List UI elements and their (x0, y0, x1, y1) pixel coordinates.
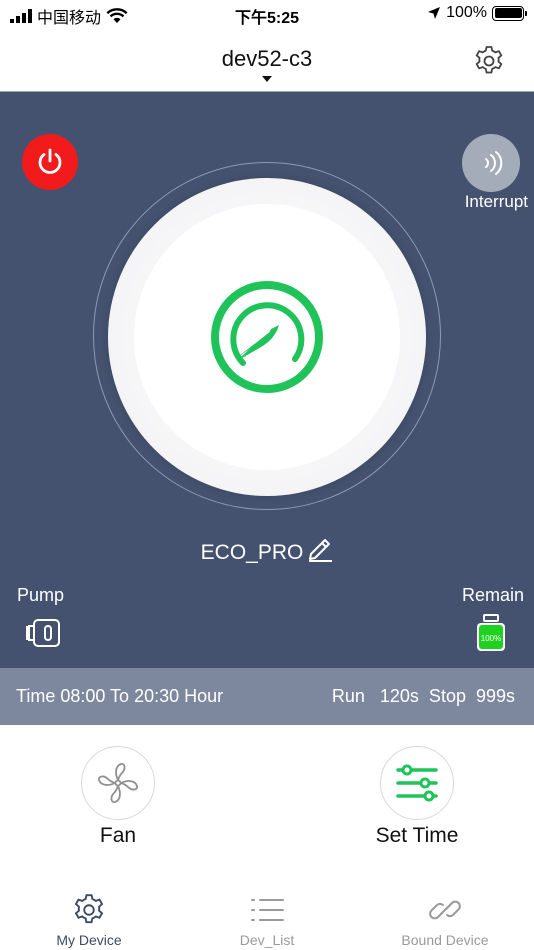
tab-dev-list[interactable]: Dev_List (178, 884, 356, 950)
fan-button[interactable] (81, 746, 155, 820)
set-time-button[interactable] (380, 746, 454, 820)
gear-icon (74, 894, 104, 924)
speedometer-icon (211, 281, 323, 393)
device-selector[interactable]: dev52-c3 (0, 46, 534, 72)
control-panel: Interrupt ECO_PRO Pump Remain 100% (0, 92, 534, 668)
pump-icon (26, 619, 60, 647)
sliders-icon (396, 764, 438, 802)
mode-name: ECO_PRO (200, 541, 304, 564)
status-right: 100% (427, 4, 527, 22)
bottom-tab-bar: My Device Dev_List Bound Device (0, 884, 534, 950)
remain-percent: 100% (481, 634, 501, 643)
schedule-text: Time 08:00 To 20:30 Hour (16, 686, 224, 706)
link-icon (429, 900, 461, 920)
schedule-strip: Time 08:00 To 20:30 Hour Run 120s Stop 9… (0, 668, 534, 725)
settings-gear-icon[interactable] (472, 44, 506, 78)
interrupt-button[interactable] (462, 134, 520, 192)
chevron-down-icon[interactable] (262, 76, 272, 82)
bottle-level-icon: 100% (477, 614, 505, 651)
location-arrow-icon (428, 7, 441, 19)
tab-label: My Device (56, 932, 122, 948)
battery-percent: 100% (446, 4, 487, 21)
remain-label: Remain (461, 585, 524, 605)
fan-icon (98, 763, 138, 803)
edit-pencil-icon[interactable] (305, 536, 333, 562)
tab-bound-device[interactable]: Bound Device (356, 884, 534, 950)
power-icon (38, 148, 62, 174)
tab-label: Bound Device (401, 932, 489, 948)
run-stop-text: Run 120s Stop 999s (331, 686, 515, 706)
power-button[interactable] (22, 134, 78, 190)
set-time-label: Set Time (375, 824, 459, 847)
mode-dial[interactable] (134, 204, 400, 470)
list-icon (251, 899, 284, 921)
tab-my-device[interactable]: My Device (0, 884, 178, 950)
fan-label: Fan (99, 824, 137, 847)
status-bar: 中国移动 下午5:25 100% (0, 0, 534, 30)
tab-label: Dev_List (239, 932, 295, 948)
interrupt-label: Interrupt (464, 192, 528, 211)
battery-icon (492, 5, 527, 21)
wave-signal-icon (485, 151, 503, 175)
pump-label: Pump (17, 585, 65, 605)
mode-name-row: ECO_PRO (0, 536, 534, 565)
top-nav-bar: dev52-c3 (0, 30, 534, 92)
